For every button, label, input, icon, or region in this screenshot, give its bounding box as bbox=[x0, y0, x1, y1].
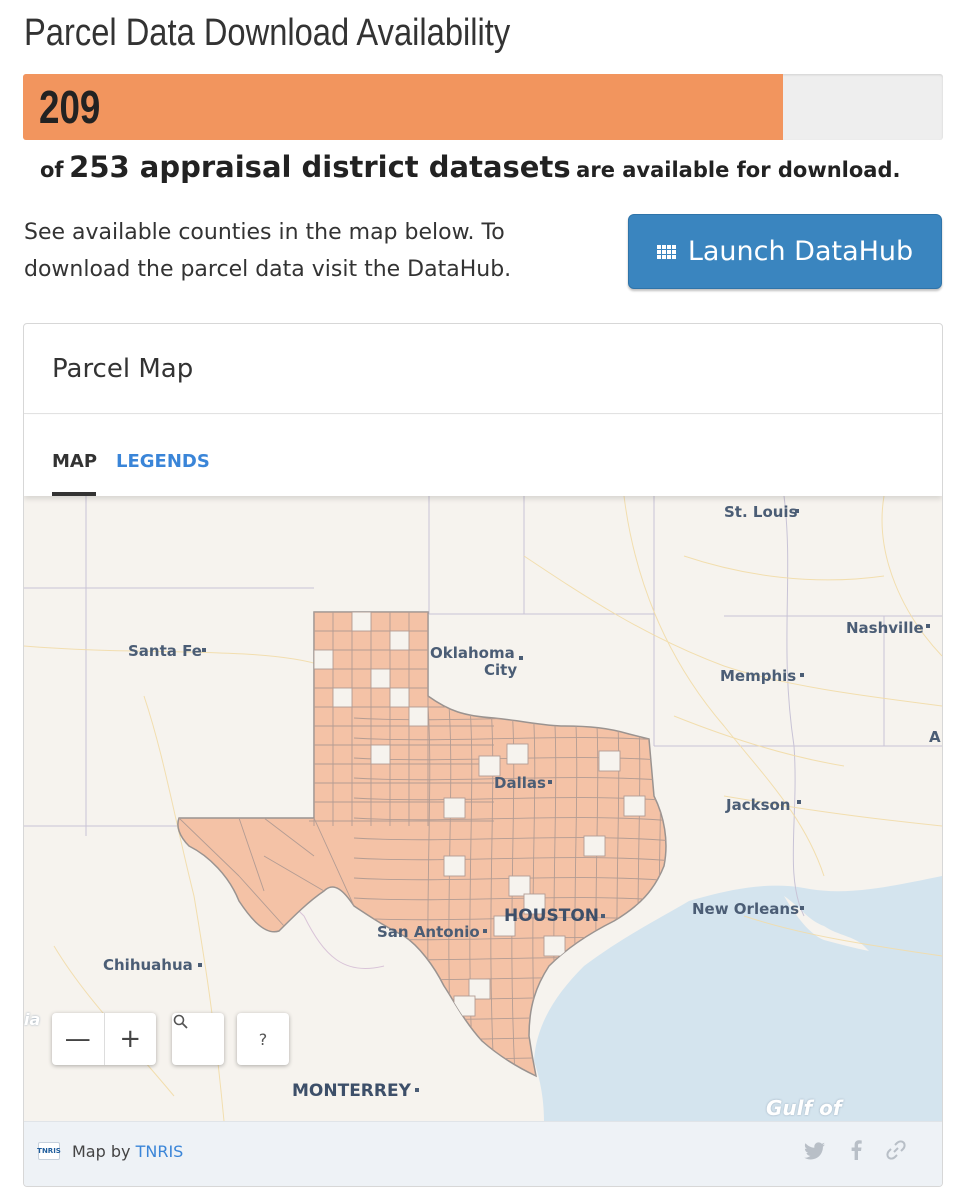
page-title: Parcel Data Download Availability bbox=[24, 12, 511, 54]
share-icons bbox=[804, 1140, 906, 1165]
label-jackson: Jackson bbox=[726, 796, 791, 814]
search-icon bbox=[173, 1014, 188, 1029]
card-tabs: MAP LEGENDS bbox=[24, 415, 942, 496]
zoom-in-button[interactable]: + bbox=[103, 1013, 157, 1065]
label-st-louis: St. Louis bbox=[724, 503, 798, 521]
label-san-antonio: San Antonio bbox=[377, 923, 480, 941]
card-title: Parcel Map bbox=[52, 354, 194, 384]
tab-map[interactable]: MAP bbox=[52, 451, 97, 472]
label-dallas: Dallas bbox=[494, 774, 546, 792]
label-nashville: Nashville bbox=[846, 619, 924, 637]
label-oklahoma-city-1: Oklahoma bbox=[430, 644, 515, 662]
grid-icon bbox=[656, 244, 676, 259]
twitter-icon[interactable] bbox=[804, 1141, 826, 1165]
zoom-controls: — + bbox=[52, 1013, 156, 1065]
map-canvas bbox=[24, 496, 942, 1121]
tnris-logo: TNRIS bbox=[37, 1142, 61, 1160]
label-edge-ia: ia bbox=[24, 1010, 41, 1029]
map-credit-prefix: Map by bbox=[72, 1142, 131, 1161]
label-houston: HOUSTON bbox=[504, 906, 600, 926]
zoom-out-button[interactable]: — bbox=[52, 1013, 104, 1065]
label-oklahoma-city-2: City bbox=[484, 661, 518, 679]
map-footer: TNRIS Map by TNRIS bbox=[24, 1121, 942, 1186]
card-header: Parcel Map bbox=[24, 324, 942, 414]
description-text: See available counties in the map below.… bbox=[24, 214, 584, 288]
description-line-1: See available counties in the map below.… bbox=[24, 220, 505, 245]
availability-progress-bar: 209 bbox=[23, 74, 943, 140]
label-monterrey: MONTERREY bbox=[292, 1081, 411, 1101]
availability-summary: of 253 appraisal district datasets are a… bbox=[40, 150, 900, 184]
parcel-map[interactable]: St. Louis Nashville Santa Fe Oklahoma Ci… bbox=[24, 496, 942, 1121]
progress-fill bbox=[23, 74, 783, 140]
launch-datahub-button[interactable]: Launch DataHub bbox=[628, 214, 942, 289]
tnris-link[interactable]: TNRIS bbox=[136, 1142, 184, 1161]
label-new-orleans: New Orleans bbox=[692, 900, 799, 918]
launch-datahub-label: Launch DataHub bbox=[687, 236, 914, 267]
link-icon[interactable] bbox=[886, 1140, 906, 1165]
summary-prefix: of bbox=[40, 158, 64, 182]
map-credit: Map by TNRIS bbox=[72, 1142, 183, 1161]
tab-legends[interactable]: LEGENDS bbox=[116, 451, 210, 472]
facebook-icon[interactable] bbox=[850, 1140, 862, 1165]
label-chihuahua: Chihuahua bbox=[103, 956, 193, 974]
map-help-button[interactable]: ? bbox=[237, 1013, 289, 1065]
summary-suffix: are available for download. bbox=[576, 158, 901, 182]
summary-highlight: 253 appraisal district datasets bbox=[69, 150, 571, 184]
label-santa-fe: Santa Fe bbox=[128, 642, 202, 660]
label-memphis: Memphis bbox=[720, 667, 797, 685]
progress-value: 209 bbox=[39, 81, 101, 133]
description-line-2: download the parcel data visit the DataH… bbox=[24, 257, 512, 282]
parcel-map-card: Parcel Map MAP LEGENDS St. Louis Nashvil… bbox=[23, 323, 943, 1187]
label-edge-a: A bbox=[929, 728, 941, 746]
label-gulf: Gulf of bbox=[766, 1096, 842, 1120]
active-tab-indicator bbox=[52, 492, 96, 496]
map-search-button[interactable] bbox=[172, 1013, 224, 1065]
